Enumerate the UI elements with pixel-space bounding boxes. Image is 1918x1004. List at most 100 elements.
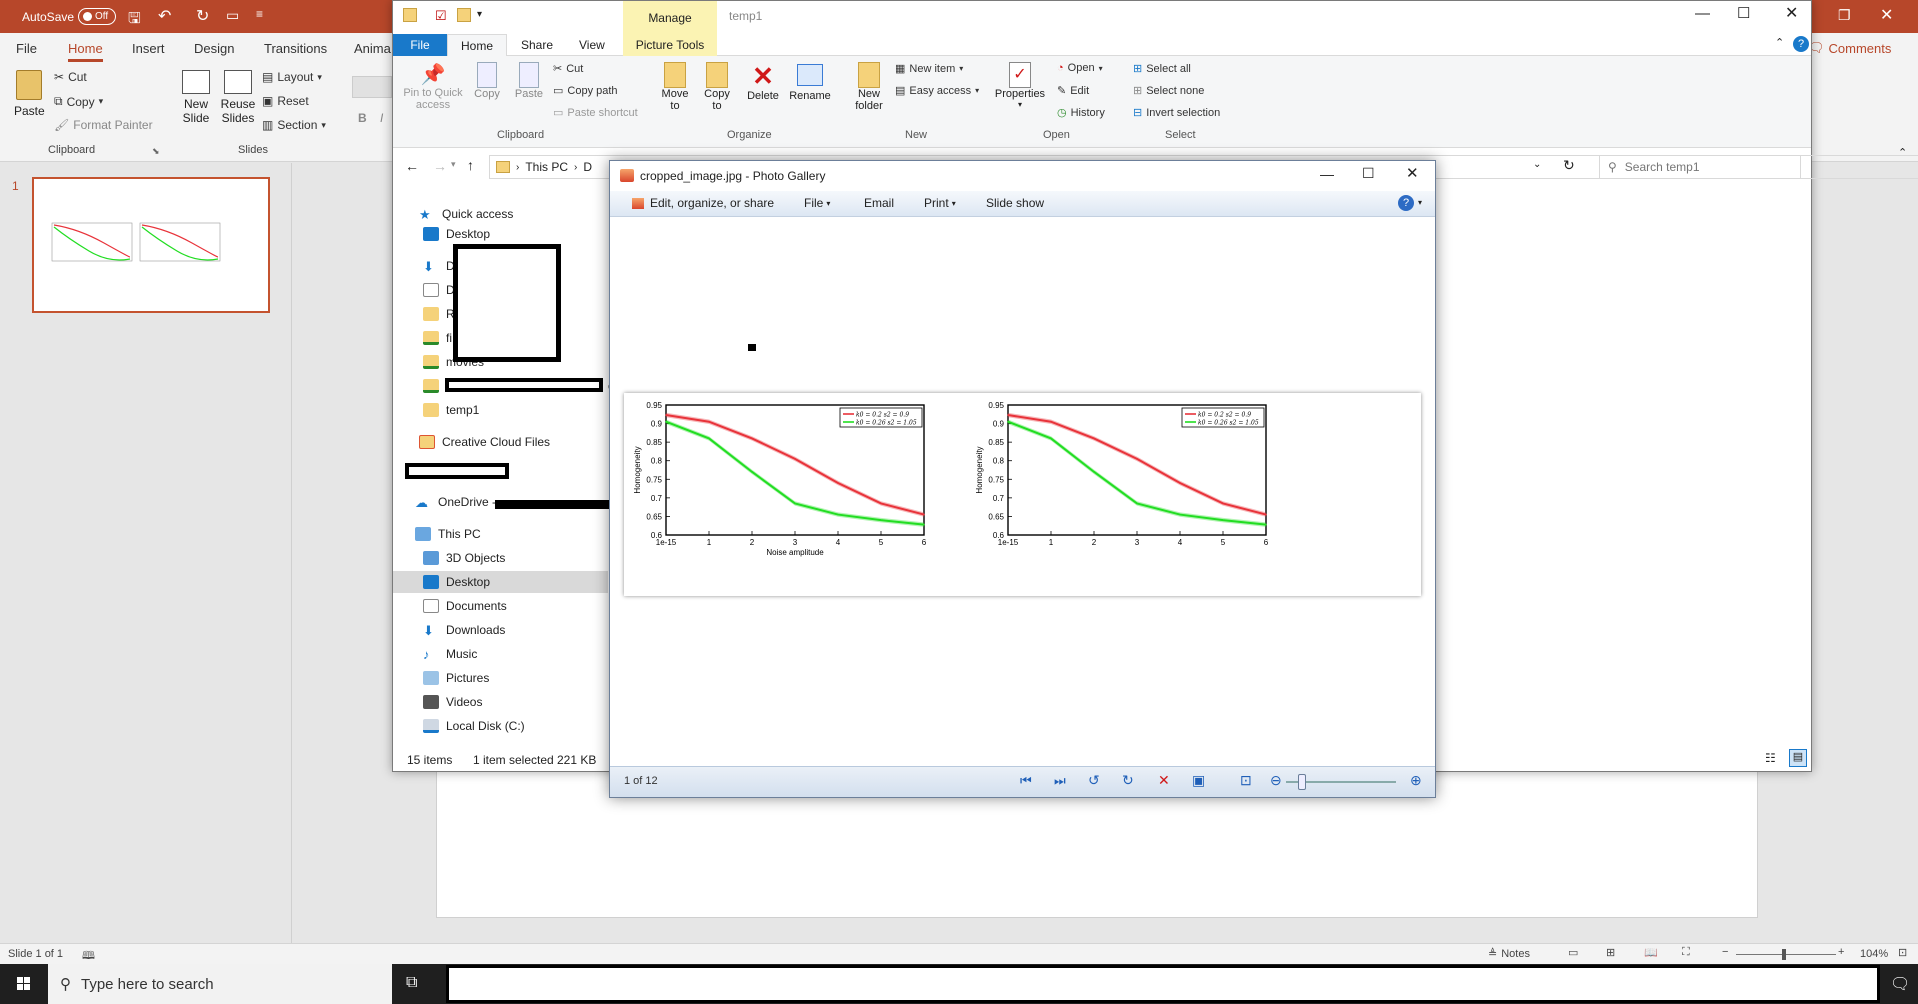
back-arrow-icon[interactable]: ← — [405, 158, 419, 174]
autosave-toggle[interactable]: Off — [78, 8, 116, 25]
taskbar-search-box[interactable]: ⚲ Type here to search — [48, 964, 392, 1004]
explorer-search-box[interactable]: ⚲ Search temp1 — [1599, 155, 1801, 179]
help-icon[interactable]: ? — [1398, 195, 1414, 211]
delete-button[interactable]: ✕ Delete — [743, 62, 783, 102]
menu-file[interactable]: File ▾ — [804, 196, 830, 210]
tab-file[interactable]: File — [16, 41, 37, 56]
paste-shortcut-button[interactable]: ▭ Paste shortcut — [553, 106, 638, 120]
manage-context-tab[interactable]: Manage — [623, 1, 717, 34]
nav-music[interactable]: ♪ Music — [393, 643, 608, 665]
nav-this-pc[interactable]: This PC — [393, 523, 608, 545]
menu-print[interactable]: Print ▾ — [924, 196, 956, 210]
paste-button[interactable]: Paste — [511, 62, 547, 100]
notification-center-icon[interactable]: 🗨 — [1890, 974, 1910, 994]
copy-button[interactable]: Copy — [469, 62, 505, 100]
tab-animations[interactable]: Anima — [354, 41, 391, 56]
reset-button[interactable]: ▣ Reset — [262, 94, 309, 108]
nav-quick-access[interactable]: ★ Quick access — [393, 203, 608, 225]
large-icons-view-icon[interactable]: ▤ — [1789, 749, 1807, 767]
zoom-level[interactable]: 104% — [1860, 948, 1888, 960]
tab-insert[interactable]: Insert — [132, 41, 165, 56]
nav-local-disk[interactable]: Local Disk (C:) — [393, 715, 608, 737]
minimize-icon[interactable]: — — [1695, 5, 1710, 22]
breadcrumb-d[interactable]: D — [583, 160, 592, 174]
new-slide-button[interactable]: New Slide — [176, 70, 216, 125]
breadcrumb-this-pc[interactable]: This PC — [525, 160, 568, 174]
maximize-icon[interactable]: ☐ — [1362, 165, 1375, 182]
layout-button[interactable]: ▤ Layout ▾ — [262, 70, 322, 84]
nav-documents[interactable]: Documents — [393, 595, 608, 617]
menu-email[interactable]: Email — [864, 196, 894, 210]
nav-creative-cloud[interactable]: Creative Cloud Files — [393, 431, 608, 453]
slideshow-icon[interactable]: ▣ — [1192, 772, 1205, 789]
tab-picture-tools[interactable]: Picture Tools — [623, 34, 717, 56]
zoom-in-icon[interactable]: ⊕ — [1410, 772, 1422, 789]
fit-to-window-icon[interactable]: ⊡ — [1240, 772, 1252, 789]
tab-design[interactable]: Design — [194, 41, 234, 56]
cut-button[interactable]: ✂ Cut — [553, 62, 583, 76]
zoom-out-icon[interactable]: − — [1722, 946, 1728, 958]
chevron-down-icon[interactable]: ▾ — [1418, 198, 1422, 207]
format-painter-button[interactable]: 🖌 Format Painter — [54, 118, 153, 132]
easy-access-button[interactable]: ▤ Easy access ▾ — [895, 84, 979, 98]
close-icon[interactable]: ✕ — [1406, 164, 1419, 182]
collapse-ribbon-icon[interactable]: ⌃ — [1775, 36, 1784, 49]
zoom-slider-thumb[interactable] — [1782, 949, 1786, 960]
refresh-icon[interactable]: ↻ — [1563, 157, 1575, 174]
reuse-slides-button[interactable]: Reuse Slides — [218, 70, 258, 125]
nav-desktop-pinned[interactable]: Desktop — [393, 227, 608, 241]
new-item-button[interactable]: ▦ New item ▾ — [895, 62, 963, 76]
restore-ribbon-icon[interactable]: ❐ — [1838, 7, 1851, 24]
zoom-slider-thumb[interactable] — [1298, 774, 1306, 790]
invert-selection-button[interactable]: ⊟ Invert selection — [1133, 106, 1220, 120]
tab-view[interactable]: View — [579, 38, 605, 52]
cut-button[interactable]: ✂ Cut — [54, 70, 87, 84]
delete-icon[interactable]: ✕ — [1158, 772, 1170, 789]
comments-button[interactable]: 🗨 Comments — [1808, 40, 1891, 56]
paste-button[interactable]: Paste — [14, 70, 45, 118]
notes-button[interactable]: ≜ Notes — [1488, 947, 1530, 961]
rename-button[interactable]: Rename — [787, 62, 833, 102]
new-folder-button[interactable]: New folder — [849, 62, 889, 112]
details-view-icon[interactable]: ☷ — [1765, 751, 1776, 765]
bold-button[interactable]: B — [358, 111, 367, 125]
close-icon[interactable]: ✕ — [1785, 3, 1798, 23]
next-icon[interactable]: ⏭ — [1054, 773, 1066, 789]
previous-icon[interactable]: ⏮ — [1020, 773, 1032, 789]
nav-videos[interactable]: Videos — [393, 691, 608, 713]
forward-arrow-icon[interactable]: → — [433, 158, 447, 174]
zoom-in-icon[interactable]: + — [1838, 946, 1844, 958]
open-button[interactable]: ◔ Open ▾ — [1057, 62, 1103, 74]
help-icon[interactable]: ? — [1793, 36, 1809, 52]
reading-view-icon[interactable]: 📖 — [1644, 946, 1658, 959]
tab-home[interactable]: Home — [447, 34, 507, 57]
slide-sorter-icon[interactable]: ⊞ — [1606, 946, 1615, 959]
nav-pictures[interactable]: Pictures — [393, 667, 608, 689]
recent-dropdown-icon[interactable]: ▾ — [451, 159, 456, 170]
nav-desktop[interactable]: Desktop — [393, 571, 608, 593]
qat-dropdown-icon[interactable]: ▾ — [477, 9, 482, 20]
task-view-icon[interactable]: ⧉ — [406, 974, 417, 992]
nav-downloads[interactable]: ⬇ Downloads — [393, 619, 608, 641]
minimize-icon[interactable]: — — [1320, 166, 1334, 182]
italic-button[interactable]: I — [380, 111, 383, 125]
save-icon[interactable]: 🖫 — [128, 8, 141, 33]
normal-view-icon[interactable]: ▭ — [1568, 946, 1578, 959]
section-button[interactable]: ▥ Section ▾ — [262, 118, 326, 132]
properties-button[interactable]: ✓ Properties ▾ — [993, 62, 1047, 109]
close-icon[interactable]: ✕ — [1880, 5, 1893, 25]
customize-qat-icon[interactable]: ≡ — [256, 7, 263, 21]
slide-thumbnail[interactable] — [32, 177, 270, 313]
fit-slide-icon[interactable]: ⊡ — [1898, 946, 1907, 959]
zoom-out-icon[interactable]: ⊖ — [1270, 772, 1282, 789]
undo-icon[interactable]: ↶ — [158, 6, 171, 26]
gallery-viewer[interactable]: 0.6 0.65 0.7 0.75 0.8 0.85 0.9 0.95 1e-15 1 2 3 4 5 6 H… — [610, 218, 1435, 766]
tab-file[interactable]: File — [393, 34, 447, 56]
select-none-button[interactable]: ⊞ Select none — [1133, 84, 1204, 98]
nav-3d-objects[interactable]: 3D Objects — [393, 547, 608, 569]
tab-transitions[interactable]: Transitions — [264, 41, 327, 56]
up-arrow-icon[interactable]: ↑ — [467, 157, 474, 173]
rotate-left-icon[interactable]: ↺ — [1088, 772, 1100, 789]
menu-edit-organize[interactable]: Edit, organize, or share — [632, 196, 774, 210]
nav-item-temp1[interactable]: temp1 — [393, 399, 608, 421]
